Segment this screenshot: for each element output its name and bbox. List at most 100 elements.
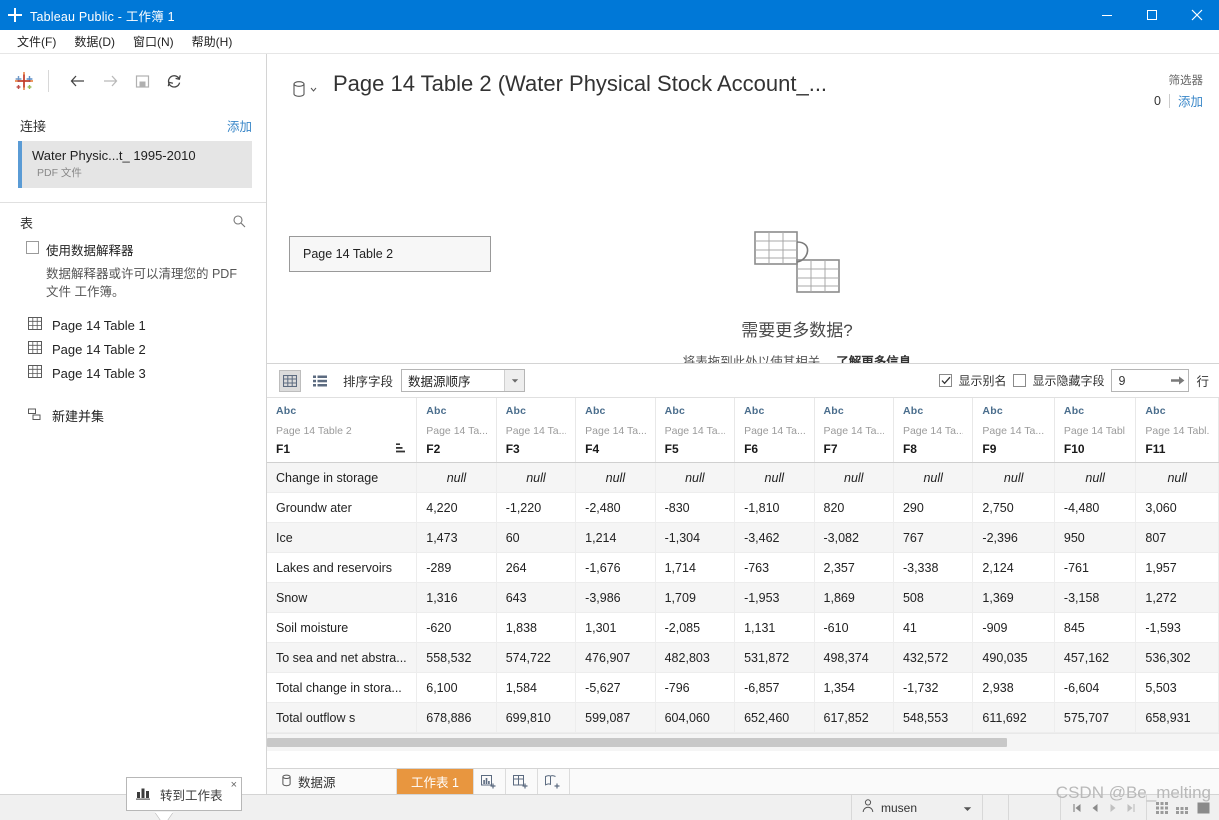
- tooltip-close-icon[interactable]: ×: [231, 780, 237, 791]
- filters-count: 0: [1154, 93, 1161, 108]
- datasource-canvas[interactable]: Page 14 Table 2 需要更多数据? 将表拖到此处以使其相关。 了解更…: [267, 124, 1219, 364]
- sort-order-select[interactable]: 数据源顺序: [401, 369, 526, 392]
- column-header-f10[interactable]: Abc Page 14 Tabl... F10: [1054, 398, 1137, 463]
- user-menu-chevron-down-icon[interactable]: [963, 801, 972, 815]
- data-interpreter-row[interactable]: 使用数据解释器: [0, 236, 266, 259]
- column-header-f3[interactable]: Abc Page 14 Ta... F3: [496, 398, 577, 463]
- grid-view-icon[interactable]: [279, 369, 301, 392]
- show-aliases-checkbox[interactable]: [939, 374, 953, 387]
- tab-worksheet-1-label: 工作表 1: [411, 776, 459, 790]
- data-cell: 658,931: [1135, 702, 1219, 733]
- connections-title: 连接: [20, 119, 47, 134]
- show-filmstrip-icon[interactable]: [1155, 801, 1171, 815]
- table-row[interactable]: Soil moisture -620 1,838 1,301 -2,085 1,131 -6…: [267, 612, 1219, 643]
- first-page-icon[interactable]: [1069, 803, 1084, 813]
- user-menu[interactable]: musen: [851, 795, 983, 820]
- column-type-label: Abc: [823, 405, 844, 417]
- forward-icon[interactable]: [95, 66, 125, 96]
- refresh-icon[interactable]: [159, 66, 189, 96]
- menu-help[interactable]: 帮助(H): [183, 31, 242, 52]
- canvas-table-card[interactable]: Page 14 Table 2: [289, 236, 491, 272]
- show-aliases-toggle[interactable]: 显示别名: [939, 372, 1006, 389]
- show-hidden-fields-checkbox[interactable]: [1013, 374, 1027, 387]
- data-cell: -1,810: [734, 492, 815, 523]
- row-label-cell: Change in storage: [267, 462, 418, 493]
- data-cell: 604,060: [655, 702, 736, 733]
- column-type-label: Abc: [744, 405, 765, 417]
- maximize-view-icon[interactable]: [1195, 801, 1211, 815]
- tab-datasource[interactable]: 数据源: [267, 769, 397, 794]
- column-header-f8[interactable]: Abc Page 14 Ta... F8: [893, 398, 974, 463]
- data-cell: 652,460: [734, 702, 815, 733]
- table-item-2[interactable]: Page 14 Table 2: [0, 337, 266, 361]
- column-header-f9[interactable]: Abc Page 14 Ta... F9: [972, 398, 1055, 463]
- column-header-f1[interactable]: Abc Page 14 Table 2 F1: [267, 398, 418, 463]
- column-type-label: Abc: [276, 405, 297, 417]
- table-row[interactable]: Total outflow s 678,886 699,810 599,087 604,…: [267, 702, 1219, 733]
- data-cell: 457,162: [1054, 642, 1137, 673]
- add-filter-button[interactable]: 添加: [1178, 91, 1203, 110]
- data-cell: -5,627: [575, 672, 656, 703]
- new-dashboard-icon[interactable]: [506, 769, 538, 794]
- new-union-item[interactable]: 新建并集: [0, 401, 266, 430]
- column-field-row: F4: [585, 442, 645, 456]
- table-icon: [28, 341, 42, 357]
- show-aliases-label: 显示别名: [958, 374, 1007, 388]
- data-cell: 617,852: [814, 702, 894, 733]
- data-cell: 482,803: [655, 642, 736, 673]
- new-story-icon[interactable]: [538, 769, 570, 794]
- column-header-f6[interactable]: Abc Page 14 Ta... F6: [734, 398, 815, 463]
- database-icon[interactable]: [291, 80, 317, 98]
- grid-scroll-thumb[interactable]: [267, 738, 1007, 747]
- menu-window[interactable]: 窗口(N): [124, 31, 183, 52]
- column-sort-icon[interactable]: [396, 442, 407, 456]
- table-item-1[interactable]: Page 14 Table 1: [0, 313, 266, 337]
- table-row[interactable]: Lakes and reservoirs -289 264 -1,676 1,714 -7…: [267, 552, 1219, 583]
- table-row[interactable]: Snow 1,316 643 -3,986 1,709 -1,953 1,869 508 1,3…: [267, 582, 1219, 613]
- column-header-f7[interactable]: Abc Page 14 Ta... F7: [814, 398, 894, 463]
- save-icon[interactable]: [127, 66, 157, 96]
- search-icon[interactable]: [232, 214, 246, 231]
- last-page-icon[interactable]: [1123, 803, 1138, 813]
- column-header-f5[interactable]: Abc Page 14 Ta... F5: [655, 398, 736, 463]
- minimize-icon[interactable]: [1084, 0, 1129, 30]
- data-cell: 1,354: [814, 672, 894, 703]
- prev-page-icon[interactable]: [1087, 803, 1102, 813]
- new-worksheet-icon[interactable]: [474, 769, 506, 794]
- table-row[interactable]: Groundw ater 4,220 -1,220 -2,480 -830 -1,810 8…: [267, 492, 1219, 523]
- learn-more-link[interactable]: 了解更多信息: [836, 355, 911, 363]
- menu-file[interactable]: 文件(F): [8, 31, 65, 52]
- row-count-input[interactable]: 9: [1111, 369, 1190, 392]
- add-connection-button[interactable]: 添加: [227, 116, 252, 135]
- menu-data[interactable]: 数据(D): [65, 31, 124, 52]
- grid-horizontal-scrollbar[interactable]: [267, 733, 1219, 751]
- data-grid: Abc Page 14 Table 2 F1 Abc Page 14 Ta... F2 Ab…: [267, 398, 1219, 733]
- column-header-f11[interactable]: Abc Page 14 Tabl... F11: [1135, 398, 1219, 463]
- table-row[interactable]: Total change in stora... 6,100 1,584 -5,627…: [267, 672, 1219, 703]
- close-icon[interactable]: [1174, 0, 1219, 30]
- back-icon[interactable]: [63, 66, 93, 96]
- column-type-label: Abc: [426, 405, 447, 417]
- go-to-worksheet-tooltip[interactable]: 转到工作表 ×: [126, 777, 242, 820]
- table-item-3[interactable]: Page 14 Table 3: [0, 361, 266, 385]
- column-header-f2[interactable]: Abc Page 14 Ta... F2: [416, 398, 497, 463]
- table-row[interactable]: Change in storage null null null null null nul…: [267, 462, 1219, 493]
- show-sheet-sorter-icon[interactable]: [1175, 801, 1191, 815]
- show-hidden-fields-toggle[interactable]: 显示隐藏字段: [1013, 372, 1104, 389]
- data-interpreter-checkbox[interactable]: [26, 241, 39, 254]
- tab-worksheet-1[interactable]: 工作表 1: [397, 769, 474, 794]
- list-view-icon[interactable]: [309, 370, 331, 392]
- data-cell: 476,907: [575, 642, 656, 673]
- data-cell: 490,035: [972, 642, 1055, 673]
- column-header-f4[interactable]: Abc Page 14 Ta... F4: [575, 398, 656, 463]
- connection-item[interactable]: Water Physic...t_ 1995-2010 PDF 文件: [18, 141, 252, 188]
- next-page-icon[interactable]: [1105, 803, 1120, 813]
- row-count-apply-icon[interactable]: [1168, 375, 1188, 386]
- maximize-icon[interactable]: [1129, 0, 1174, 30]
- column-field-row: F1: [276, 442, 407, 456]
- data-cell: -3,082: [814, 522, 894, 553]
- table-row[interactable]: Ice 1,473 60 1,214 -1,304 -3,462 -3,082 767 -2,3…: [267, 522, 1219, 553]
- row-count-unit-label: 行: [1196, 375, 1209, 389]
- data-cell: null: [893, 462, 974, 493]
- table-row[interactable]: To sea and net abstra... 558,532 574,722 47…: [267, 642, 1219, 673]
